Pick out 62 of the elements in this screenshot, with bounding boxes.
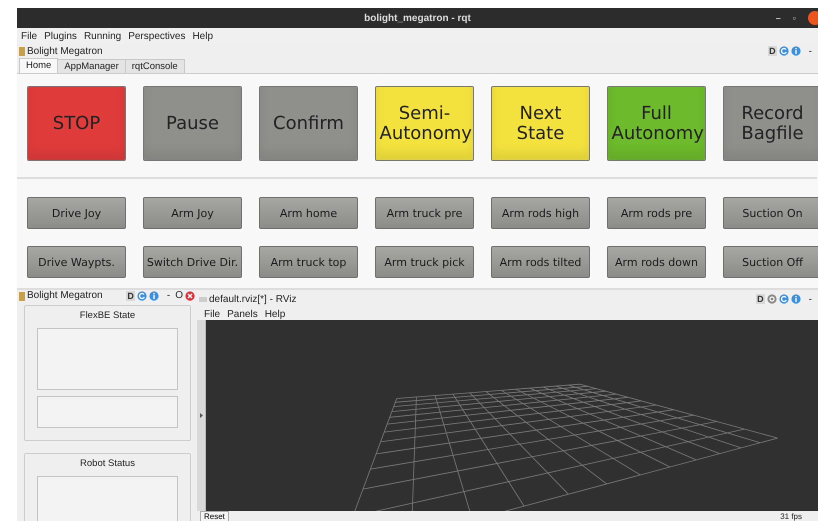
- command-button[interactable]: Arm home: [259, 197, 358, 229]
- group-title: FlexBE State: [78, 309, 136, 322]
- command-button[interactable]: Arm truck pre: [375, 197, 474, 229]
- window-title: bolight_megatron - rqt: [364, 12, 471, 24]
- dock-badge[interactable]: D: [768, 46, 777, 56]
- action-button[interactable]: STOP: [27, 86, 126, 161]
- menu-item[interactable]: Help: [264, 308, 286, 320]
- help-icon[interactable]: [148, 290, 159, 300]
- reload-icon[interactable]: [778, 294, 789, 304]
- command-button[interactable]: Drive Joy: [27, 197, 126, 229]
- plugin-title: Bolight Megatron: [27, 290, 103, 301]
- action-button[interactable]: Record Bagfile: [723, 86, 818, 161]
- action-button[interactable]: Semi-Autonomy: [375, 86, 474, 161]
- command-button[interactable]: Arm rods down: [607, 246, 706, 278]
- dock-badge[interactable]: D: [126, 290, 135, 300]
- menu-item[interactable]: Panels: [227, 308, 258, 320]
- menu-item[interactable]: Running: [84, 30, 122, 42]
- command-button[interactable]: Arm rods pre: [607, 197, 706, 229]
- minimize-button[interactable]: –: [776, 13, 781, 23]
- command-button[interactable]: Arm truck top: [259, 246, 358, 278]
- settings-icon[interactable]: [766, 294, 777, 304]
- menu-item[interactable]: File: [21, 30, 38, 42]
- help-icon[interactable]: [790, 46, 801, 56]
- tab[interactable]: AppManager: [57, 59, 126, 73]
- command-button[interactable]: Arm Joy: [143, 197, 242, 229]
- maximize-button[interactable]: ▫: [792, 13, 796, 23]
- command-button[interactable]: Arm rods tilted: [491, 246, 590, 278]
- float-button[interactable]: O: [175, 290, 183, 301]
- action-button[interactable]: Next State: [491, 86, 590, 161]
- dock-badge[interactable]: D: [756, 294, 765, 304]
- minimize-button[interactable]: -: [808, 46, 812, 56]
- splitter-handle[interactable]: [197, 320, 206, 511]
- fps-counter: 31 fps: [780, 511, 802, 521]
- reload-icon[interactable]: [778, 46, 789, 56]
- action-button[interactable]: Full Autonomy: [607, 86, 706, 161]
- command-button[interactable]: Switch Drive Dir.: [143, 246, 242, 278]
- plugin-icon: [19, 46, 25, 56]
- help-icon[interactable]: [790, 294, 801, 304]
- reload-icon[interactable]: [136, 290, 147, 300]
- minimize-button[interactable]: -: [808, 294, 812, 305]
- group-title: Robot Status: [79, 457, 136, 470]
- action-button[interactable]: Confirm: [259, 86, 358, 161]
- menu-item[interactable]: Perspectives: [128, 30, 186, 42]
- minimize-button[interactable]: -: [166, 290, 170, 301]
- menu-item[interactable]: Help: [192, 30, 214, 42]
- command-button[interactable]: Arm rods high: [491, 197, 590, 229]
- action-button[interactable]: Pause: [143, 86, 242, 161]
- command-button[interactable]: Suction Off: [723, 246, 818, 278]
- plugin-icon: [19, 290, 25, 300]
- command-button[interactable]: Suction On: [723, 197, 818, 229]
- command-button[interactable]: Arm truck pick: [375, 246, 474, 278]
- rviz-title: default.rviz[*] - RViz: [209, 294, 296, 305]
- menu-item[interactable]: Plugins: [44, 30, 77, 42]
- reset-button[interactable]: Reset: [200, 511, 229, 521]
- command-button[interactable]: Drive Waypts.: [27, 246, 126, 278]
- tab[interactable]: rqtConsole: [124, 59, 185, 73]
- plugin-title: Bolight Megatron: [27, 46, 103, 56]
- close-icon[interactable]: [185, 290, 195, 300]
- expand-arrow-icon[interactable]: [200, 413, 202, 418]
- tab[interactable]: Home: [19, 58, 58, 73]
- close-button[interactable]: [808, 11, 818, 25]
- menu-item[interactable]: File: [204, 308, 220, 320]
